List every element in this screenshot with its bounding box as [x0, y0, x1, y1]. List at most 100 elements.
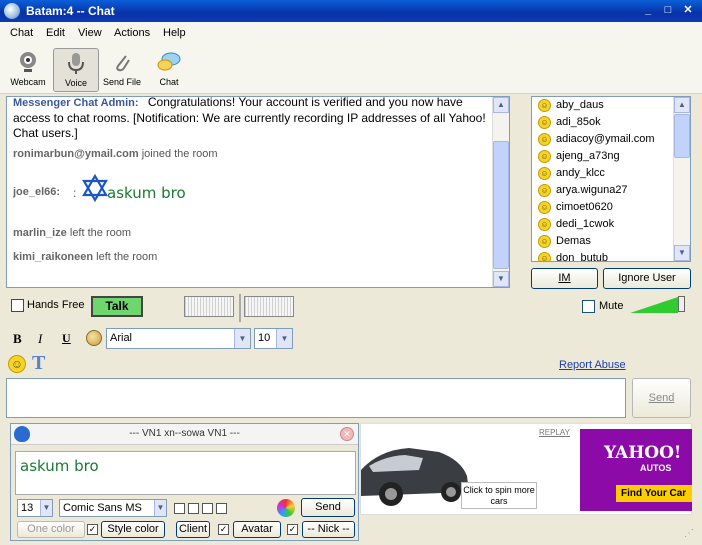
list-item[interactable]: ☺ adi_85ok — [532, 114, 690, 131]
yahoo-autos-panel: YAHOO! AUTOS Find Your Car — [580, 429, 692, 511]
nick-button[interactable]: -- Nick -- — [302, 521, 355, 538]
chat-button[interactable]: Chat — [149, 48, 189, 92]
chat-message: joe_el66: : askum bro — [13, 174, 503, 220]
menu-edit[interactable]: Edit — [46, 27, 65, 39]
one-color-button[interactable]: One color — [17, 521, 85, 538]
chevron-down-icon[interactable]: ▼ — [40, 500, 52, 516]
vn1-option-checkbox[interactable] — [174, 503, 185, 514]
report-abuse-link[interactable]: Report Abuse — [559, 359, 626, 371]
menu-view[interactable]: View — [78, 27, 102, 39]
user-name: adi_85ok — [556, 116, 601, 128]
scroll-down-icon[interactable]: ▼ — [493, 271, 509, 287]
color-palette-icon[interactable] — [86, 330, 102, 346]
hands-free-label: Hands Free — [27, 299, 85, 311]
volume-slider[interactable] — [630, 297, 678, 313]
list-item[interactable]: ☺ cimoet0620 — [532, 199, 690, 216]
scroll-down-icon[interactable]: ▼ — [674, 245, 690, 261]
smiley-icon: ☺ — [538, 150, 551, 163]
font-select[interactable]: Arial ▼ — [106, 328, 251, 349]
webcam-button[interactable]: Webcam — [8, 48, 48, 92]
avatar-checkbox[interactable]: ✓ — [218, 524, 229, 535]
avatar-button[interactable]: Avatar — [233, 521, 281, 538]
chat-bubble-icon — [157, 52, 181, 71]
voice-label: Voice — [64, 78, 88, 88]
send-file-button[interactable]: Send File — [101, 48, 143, 92]
user-name: Demas — [556, 235, 591, 247]
vn1-text-area[interactable]: askum bro — [15, 451, 356, 495]
star-of-david-icon — [82, 174, 108, 202]
emoticon-icon[interactable]: ☺ — [8, 355, 26, 373]
chevron-down-icon[interactable]: ▼ — [276, 329, 292, 348]
vn1-option-checkbox[interactable] — [188, 503, 199, 514]
list-item[interactable]: ☺ andy_klcc — [532, 165, 690, 182]
send-button[interactable]: Send — [632, 378, 691, 418]
resize-grip-icon[interactable]: ⋰ — [684, 528, 694, 539]
menu-chat[interactable]: Chat — [10, 27, 33, 39]
scroll-up-icon[interactable]: ▲ — [674, 97, 690, 113]
send-label: Send — [648, 392, 675, 404]
scroll-thumb[interactable] — [493, 141, 509, 269]
list-item[interactable]: ☺ adiacoy@ymail.com — [532, 131, 690, 148]
smiley-icon: ☺ — [538, 167, 551, 180]
user-name: ajeng_a73ng — [556, 150, 620, 162]
message-user[interactable]: joe_el66: — [13, 186, 60, 198]
event-user[interactable]: kimi_raikoneen — [13, 251, 93, 263]
im-button[interactable]: IM — [531, 268, 598, 289]
style-color-button[interactable]: Style color — [101, 521, 165, 538]
ad-replay-link[interactable]: REPLAY — [539, 428, 570, 437]
text-style-icon[interactable]: T — [32, 352, 45, 375]
event-user[interactable]: ronimarbun@ymail.com — [13, 148, 139, 160]
list-item[interactable]: ☺ arya.wiguna27 — [532, 182, 690, 199]
nick-checkbox[interactable]: ✓ — [287, 524, 298, 535]
close-icon[interactable]: ✕ — [680, 3, 696, 19]
list-item[interactable]: ☺ Demas — [532, 233, 690, 250]
send-file-label: Send File — [102, 77, 142, 87]
underline-button[interactable]: U — [62, 331, 71, 346]
ad-banner[interactable]: REPLAY Click to spin more cars YAHOO! AU… — [360, 423, 692, 515]
user-list: ☺ aby_daus ☺ adi_85ok ☺ adiacoy@ymail.com ☺… — [531, 96, 691, 262]
font-size-value: 10 — [258, 332, 271, 344]
ignore-user-button[interactable]: Ignore User — [603, 268, 691, 289]
minimize-icon[interactable]: _ — [640, 3, 656, 19]
vn1-send-button[interactable]: Send — [301, 498, 355, 517]
chat-scrollbar[interactable]: ▲ ▼ — [492, 97, 509, 287]
hands-free-checkbox[interactable] — [11, 299, 24, 312]
vn1-option-checkbox[interactable] — [216, 503, 227, 514]
mute-checkbox[interactable] — [582, 300, 595, 313]
vn1-font-select[interactable]: Comic Sans MS ▼ — [59, 499, 167, 517]
speaker-volume-meter — [184, 296, 234, 317]
find-your-car-button[interactable]: Find Your Car — [616, 485, 692, 502]
maximize-icon[interactable]: □ — [660, 3, 676, 19]
menu-help[interactable]: Help — [163, 27, 186, 39]
voice-button[interactable]: Voice — [53, 48, 99, 92]
toolbar: Webcam Voice Send File Chat — [0, 44, 702, 94]
message-input[interactable] — [6, 378, 626, 418]
list-item[interactable]: ☺ dedi_1cwok — [532, 216, 690, 233]
event-line: kimi_raikoneen left the room — [13, 251, 503, 263]
vn1-option-checkbox[interactable] — [202, 503, 213, 514]
bold-button[interactable]: B — [13, 331, 22, 347]
vn1-size-select[interactable]: 13 ▼ — [17, 499, 53, 517]
list-item[interactable]: ☺ don_butub — [532, 250, 690, 261]
vn1-close-icon[interactable]: ✕ — [340, 427, 354, 441]
menu-actions[interactable]: Actions — [114, 27, 150, 39]
client-button[interactable]: Client — [176, 521, 210, 538]
event-user[interactable]: marlin_ize — [13, 227, 67, 239]
ad-spin-callout[interactable]: Click to spin more cars — [461, 482, 537, 509]
style-color-checkbox[interactable]: ✓ — [87, 524, 98, 535]
userlist-scrollbar[interactable]: ▲ ▼ — [673, 97, 690, 261]
list-item[interactable]: ☺ aby_daus — [532, 97, 690, 114]
font-size-select[interactable]: 10 ▼ — [254, 328, 293, 349]
scroll-up-icon[interactable]: ▲ — [493, 97, 509, 113]
color-wheel-icon[interactable] — [277, 499, 295, 517]
chat-log: Messenger Chat Admin: Congratulations! Y… — [6, 96, 510, 288]
volume-handle[interactable] — [678, 296, 685, 312]
chevron-down-icon[interactable]: ▼ — [234, 329, 250, 348]
chat-label: Chat — [159, 77, 179, 87]
talk-button[interactable]: Talk — [91, 296, 143, 317]
list-item[interactable]: ☺ ajeng_a73ng — [532, 148, 690, 165]
scroll-thumb[interactable] — [674, 114, 690, 158]
mic-level-meter — [244, 296, 294, 317]
italic-button[interactable]: I — [38, 331, 42, 347]
chevron-down-icon[interactable]: ▼ — [154, 500, 166, 516]
